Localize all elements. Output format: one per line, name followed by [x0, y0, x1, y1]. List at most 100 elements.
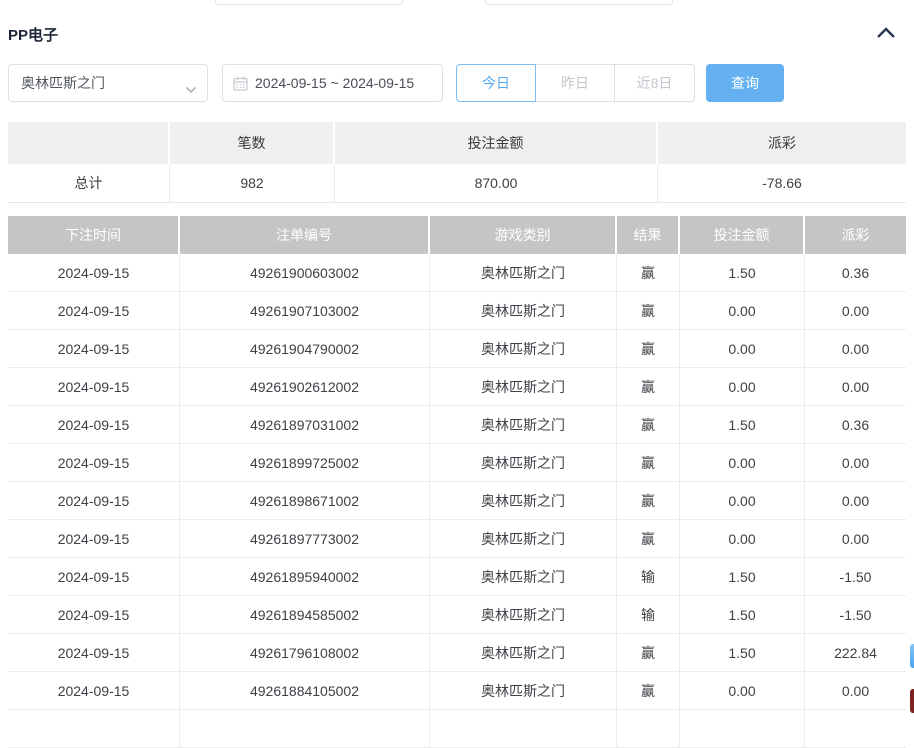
- chevron-up-icon: [875, 26, 897, 43]
- floating-widget-fragment-blue[interactable]: [910, 644, 914, 668]
- table-cell: -1.50: [839, 606, 872, 623]
- table-cell: 输: [617, 596, 680, 633]
- table-row: 2024-09-15 49261899725002 奥林匹斯之门赢 0.00 0.00: [8, 444, 906, 482]
- table-cell: 0.00: [680, 444, 805, 481]
- table-row: 2024-09-15 49261900603002 奥林匹斯之门赢 1.50 0.36: [8, 254, 906, 292]
- quick-range-group: 今日 昨日 近8日: [456, 64, 695, 102]
- table-cell: 2024-09-15: [8, 292, 180, 329]
- table-cell: 2024-09-15: [8, 558, 180, 595]
- table-cell: 1.50: [680, 254, 805, 291]
- calendar-icon: [232, 75, 249, 95]
- table-cell: 赢: [617, 254, 680, 291]
- summary-total-label: 总计: [8, 164, 170, 202]
- floating-widget-fragment-red[interactable]: [910, 689, 914, 713]
- table-cell: 0.00: [841, 302, 870, 319]
- table-cell: 0.00: [841, 492, 870, 509]
- table-cell: 赢: [617, 520, 680, 557]
- table-cell: 奥林匹斯之门: [430, 558, 617, 595]
- table-cell: 赢: [617, 634, 680, 671]
- table-cell: 49261900603002: [180, 254, 430, 291]
- table-cell: 2024-09-15: [8, 368, 180, 405]
- summary-total-bet-amount: 870.00: [335, 164, 658, 202]
- table-cell: 1.50: [680, 634, 805, 671]
- table-cell: 赢: [617, 672, 680, 709]
- table-cell: 49261907103002: [180, 292, 430, 329]
- table-row: 2024-09-15 49261897031002 奥林匹斯之门赢 1.50 0.36: [8, 406, 906, 444]
- table-cell: [680, 710, 805, 747]
- col-header-bet-time: 下注时间: [8, 216, 180, 254]
- game-select[interactable]: 奥林匹斯之门: [8, 64, 208, 102]
- summary-table: 笔数 投注金额 派彩 总计 982 870.00 -78.66: [8, 122, 906, 203]
- table-cell: 49261899725002: [180, 444, 430, 481]
- col-header-result: 结果: [617, 216, 680, 254]
- table-cell: 奥林匹斯之门: [430, 292, 617, 329]
- table-cell: 赢: [617, 444, 680, 481]
- table-cell: 奥林匹斯之门: [430, 330, 617, 367]
- table-row: 2024-09-15 49261902612002 奥林匹斯之门赢 0.00 0.00: [8, 368, 906, 406]
- table-cell: 赢: [617, 482, 680, 519]
- table-cell: 49261898671002: [180, 482, 430, 519]
- table-row: [8, 710, 906, 748]
- collapse-panel-button[interactable]: [872, 24, 900, 44]
- search-button[interactable]: 查询: [706, 64, 784, 102]
- summary-header-blank: [8, 122, 170, 164]
- truncated-input-fragment[interactable]: [215, 0, 403, 5]
- table-cell: 0.00: [841, 682, 870, 699]
- table-cell: 奥林匹斯之门: [430, 634, 617, 671]
- table-cell: 0.36: [841, 264, 870, 281]
- summary-total-payout: -78.66: [762, 175, 802, 191]
- game-select-value: 奥林匹斯之门: [21, 75, 105, 91]
- quick-range-last8days-button[interactable]: 近8日: [614, 64, 695, 102]
- date-range-value: 2024-09-15 ~ 2024-09-15: [255, 75, 415, 91]
- table-cell: 奥林匹斯之门: [430, 672, 617, 709]
- table-cell: 49261897031002: [180, 406, 430, 443]
- col-header-payout: 派彩: [805, 216, 906, 254]
- table-row: 2024-09-15 49261895940002 奥林匹斯之门输 1.50 -1.50: [8, 558, 906, 596]
- table-cell: 49261904790002: [180, 330, 430, 367]
- table-cell: 222.84: [834, 644, 877, 661]
- table-cell: 奥林匹斯之门: [430, 596, 617, 633]
- table-cell: 0.00: [841, 530, 870, 547]
- quick-range-yesterday-button[interactable]: 昨日: [535, 64, 615, 102]
- table-row: 2024-09-15 49261796108002 奥林匹斯之门赢 1.50 222.8…: [8, 634, 906, 672]
- table-cell: 0.00: [680, 330, 805, 367]
- table-cell: 赢: [617, 368, 680, 405]
- quick-range-today-button[interactable]: 今日: [456, 64, 536, 102]
- filter-bar: 奥林匹斯之门 2024-09-15 ~ 2024-09-15 今日 昨日 近8日…: [0, 64, 914, 102]
- table-cell: 0.00: [680, 292, 805, 329]
- table-cell: 2024-09-15: [8, 520, 180, 557]
- table-cell: 0.00: [841, 340, 870, 357]
- table-cell: 0.36: [841, 416, 870, 433]
- summary-header-bet-amount: 投注金额: [335, 122, 658, 164]
- summary-total-count: 982: [170, 164, 335, 202]
- table-row: 2024-09-15 49261907103002 奥林匹斯之门赢 0.00 0.00: [8, 292, 906, 330]
- table-cell: 2024-09-15: [8, 254, 180, 291]
- table-cell: 2024-09-15: [8, 330, 180, 367]
- table-cell: 2024-09-15: [8, 482, 180, 519]
- table-row: 2024-09-15 49261898671002 奥林匹斯之门赢 0.00 0.00: [8, 482, 906, 520]
- table-cell: [430, 710, 617, 747]
- table-cell: 49261902612002: [180, 368, 430, 405]
- page-title: PP电子: [8, 27, 59, 44]
- table-cell: 2024-09-15: [8, 672, 180, 709]
- table-cell: [180, 710, 430, 747]
- date-range-input[interactable]: 2024-09-15 ~ 2024-09-15: [222, 64, 443, 102]
- truncated-input-fragment[interactable]: [485, 0, 673, 5]
- table-cell: 奥林匹斯之门: [430, 254, 617, 291]
- table-cell: 49261796108002: [180, 634, 430, 671]
- table-row: 2024-09-15 49261884105002 奥林匹斯之门赢 0.00 0.00: [8, 672, 906, 710]
- table-cell: 49261895940002: [180, 558, 430, 595]
- table-cell: 0.00: [680, 482, 805, 519]
- table-cell: 奥林匹斯之门: [430, 368, 617, 405]
- table-cell: [805, 710, 906, 747]
- table-cell: 49261884105002: [180, 672, 430, 709]
- summary-header-payout: 派彩: [658, 122, 906, 164]
- chevron-down-icon: [185, 81, 197, 97]
- table-cell: 0.00: [680, 672, 805, 709]
- table-cell: 奥林匹斯之门: [430, 482, 617, 519]
- table-cell: 2024-09-15: [8, 406, 180, 443]
- table-cell: 赢: [617, 406, 680, 443]
- table-cell: 奥林匹斯之门: [430, 444, 617, 481]
- table-cell: 输: [617, 558, 680, 595]
- table-header-row: 下注时间 注单编号 游戏类别 结果 投注金额 派彩: [8, 216, 906, 254]
